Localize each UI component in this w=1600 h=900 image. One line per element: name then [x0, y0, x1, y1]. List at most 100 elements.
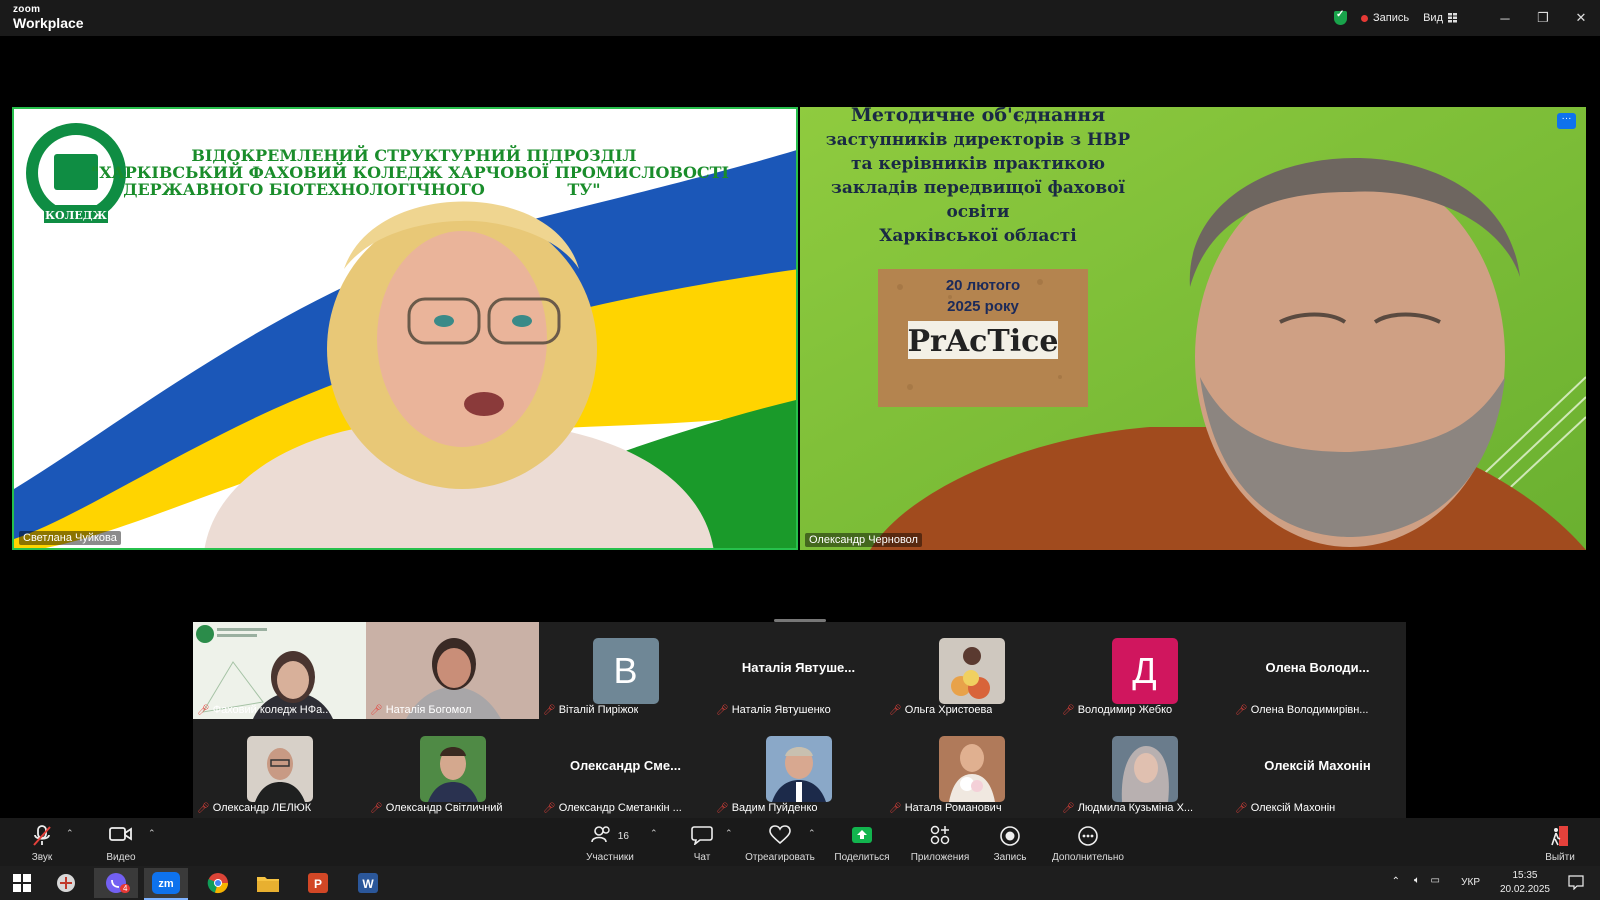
react-button[interactable]: Отреагировать: [742, 818, 818, 866]
chrome-icon[interactable]: [196, 868, 240, 898]
participants-options-caret[interactable]: ⌃: [650, 828, 658, 839]
more-ellipsis-icon: [1050, 825, 1126, 849]
participant-tile[interactable]: Олена Володи... 🎤︎ Олена Володимирівн...: [1231, 622, 1404, 719]
participant-tile[interactable]: 🎤︎ Фаховий коледж НФа...: [193, 622, 366, 719]
video-options-caret[interactable]: ⌃: [148, 828, 156, 839]
video-button[interactable]: Видео: [100, 818, 142, 866]
participant-display-name: Олена Володи...: [1265, 660, 1370, 675]
participant-name: 🎤︎ Наталя Романович: [889, 802, 1002, 814]
react-options-caret[interactable]: ⌃: [808, 828, 816, 839]
participant-name: 🎤︎ Наталія Явтушенко: [716, 704, 831, 716]
meeting-toolbar: Звук ⌃ Видео ⌃ 16 Участники ⌃ Чат ⌃ Отре…: [0, 818, 1600, 866]
windows-taskbar: 4 zm P W ⌃ 🔈︎ ▭ УКР 15:35 20.02.2025: [0, 866, 1600, 900]
recording-indicator[interactable]: Запись: [1361, 12, 1409, 24]
restore-button[interactable]: ❐: [1524, 10, 1562, 26]
participant-tile[interactable]: 🎤︎ Наталія Богомол: [366, 622, 539, 719]
participant-tile[interactable]: 🎤︎ Олександр Світличний: [366, 720, 539, 817]
clock-time: 15:35: [1512, 870, 1538, 881]
more-label: Дополнительно: [1052, 852, 1124, 863]
participant-tile[interactable]: 🎤︎ Вадим Пуйденко: [712, 720, 885, 817]
minimize-button[interactable]: ─: [1486, 11, 1524, 26]
share-screen-button[interactable]: Поделиться: [834, 818, 890, 866]
bg-title-line2: заступників директорів з НВР: [826, 130, 1131, 150]
share-screen-icon: [834, 825, 890, 849]
muted-microphone-icon: [22, 825, 62, 849]
bg-title-line4: закладів передвищої фахової: [831, 178, 1125, 198]
participant-name: 🎤︎ Олександр Сметанкін ...: [543, 802, 682, 814]
windows-start-icon[interactable]: [0, 868, 44, 898]
view-label: Вид: [1423, 12, 1443, 24]
tile-more-options-button[interactable]: ···: [1557, 113, 1576, 129]
muted-mic-icon: 🎤︎: [543, 802, 556, 814]
participant-tile[interactable]: Олександр Сме... 🎤︎ Олександр Сметанкін .…: [539, 720, 712, 817]
avatar-photo: [765, 736, 832, 802]
participant-tile[interactable]: 🎤︎ Ольга Христоева: [885, 622, 1058, 719]
bg-title-line1: Методичне об'єднання: [851, 107, 1105, 126]
participant-name: 🎤︎ Олександр ЛЕЛЮК: [197, 802, 312, 814]
participant-tile[interactable]: 🎤︎ Олександр ЛЕЛЮК: [193, 720, 366, 817]
audio-button[interactable]: Звук: [22, 818, 62, 866]
encryption-shield-icon[interactable]: [1334, 9, 1347, 25]
apps-button[interactable]: Приложения: [908, 818, 972, 866]
view-button[interactable]: Вид: [1423, 12, 1458, 24]
participant-name: 🎤︎ Фаховий коледж НФа...: [197, 704, 332, 716]
audio-label: Звук: [31, 852, 53, 863]
audio-options-caret[interactable]: ⌃: [66, 828, 74, 839]
participant-tile[interactable]: 🎤︎ Людмила Кузьміна Х...: [1058, 720, 1231, 817]
board-word: PrAcTice: [908, 324, 1059, 359]
participant-tile[interactable]: Олексій Махонін 🎤︎ Олексій Махонін: [1231, 720, 1404, 817]
avatar-letter: В: [592, 638, 659, 704]
participant-tile[interactable]: 🎤︎ Наталя Романович: [885, 720, 1058, 817]
word-icon[interactable]: W: [346, 868, 390, 898]
participant-display-name: Наталія Явтуше...: [741, 660, 856, 675]
brand-small: zoom: [13, 4, 41, 15]
close-window-button[interactable]: ✕: [1562, 10, 1600, 26]
file-explorer-icon[interactable]: [246, 868, 290, 898]
chat-options-caret[interactable]: ⌃: [725, 828, 733, 839]
svg-text:zm: zm: [158, 878, 174, 890]
participant-name: 🎤︎ Ольга Христоева: [889, 704, 993, 716]
chat-label: Чат: [693, 852, 711, 863]
record-icon: [990, 825, 1030, 849]
battery-icon[interactable]: ▭: [1431, 875, 1440, 886]
recording-dot-icon: [1361, 14, 1368, 22]
speaker-video-left[interactable]: КОЛЕДЖ ВІДОКРЕМЛЕНИЙ СТРУКТУРНИЙ ПІДРОЗД…: [12, 107, 798, 550]
muted-mic-icon: 🎤︎: [543, 704, 556, 716]
muted-mic-icon: 🎤︎: [1235, 704, 1248, 716]
notifications-icon[interactable]: [1568, 874, 1584, 893]
speaker-video-right[interactable]: Методичне об'єднання заступників директо…: [800, 107, 1586, 550]
participant-name: 🎤︎ Олександр Світличний: [370, 802, 503, 814]
chat-button[interactable]: Чат: [688, 818, 716, 866]
muted-mic-icon: 🎤︎: [1235, 802, 1248, 814]
participants-label: Участники: [586, 852, 634, 863]
participant-name: 🎤︎ Наталія Богомол: [370, 704, 472, 716]
participant-tile[interactable]: Д 🎤︎ Володимир Жебко: [1058, 622, 1231, 719]
vpn-app-icon[interactable]: [44, 868, 88, 898]
apps-label: Приложения: [910, 852, 970, 863]
participant-tile[interactable]: Наталія Явтуше... 🎤︎ Наталія Явтушенко: [712, 622, 885, 719]
viber-badge: 4: [120, 884, 131, 893]
brand-large: Workplace: [13, 15, 84, 31]
muted-mic-icon: 🎤︎: [889, 802, 902, 814]
language-indicator[interactable]: УКР: [1461, 877, 1480, 888]
tray-overflow-chevron-icon[interactable]: ⌃: [1392, 876, 1400, 887]
participant-tile[interactable]: В 🎤︎ Віталій Пиріжок: [539, 622, 712, 719]
zoom-taskbar-icon[interactable]: zm: [144, 868, 188, 900]
clock-date: 20.02.2025: [1499, 884, 1550, 895]
react-label: Отреагировать: [745, 852, 815, 863]
bg-title-line3: та керівників практикою: [851, 154, 1105, 174]
clock[interactable]: 15:35 20.02.2025: [1500, 869, 1550, 897]
muted-mic-icon: 🎤︎: [370, 802, 383, 814]
avatar-photo: [1111, 736, 1178, 802]
participant-name: 🎤︎ Віталій Пиріжок: [543, 704, 639, 716]
record-button[interactable]: Запись: [990, 818, 1030, 866]
viber-icon[interactable]: 4: [94, 868, 138, 898]
volume-icon[interactable]: 🔈︎: [1414, 875, 1420, 886]
more-button[interactable]: Дополнительно: [1050, 818, 1126, 866]
leave-button[interactable]: Выйти: [1542, 818, 1578, 866]
participants-button[interactable]: 16 Участники: [580, 818, 640, 866]
powerpoint-icon[interactable]: P: [296, 868, 340, 898]
svg-text:P: P: [314, 877, 322, 891]
participants-gallery: 🎤︎ Фаховий коледж НФа... 🎤︎ Наталія Богомо…: [193, 622, 1406, 818]
avatar-letter: Д: [1111, 638, 1178, 704]
